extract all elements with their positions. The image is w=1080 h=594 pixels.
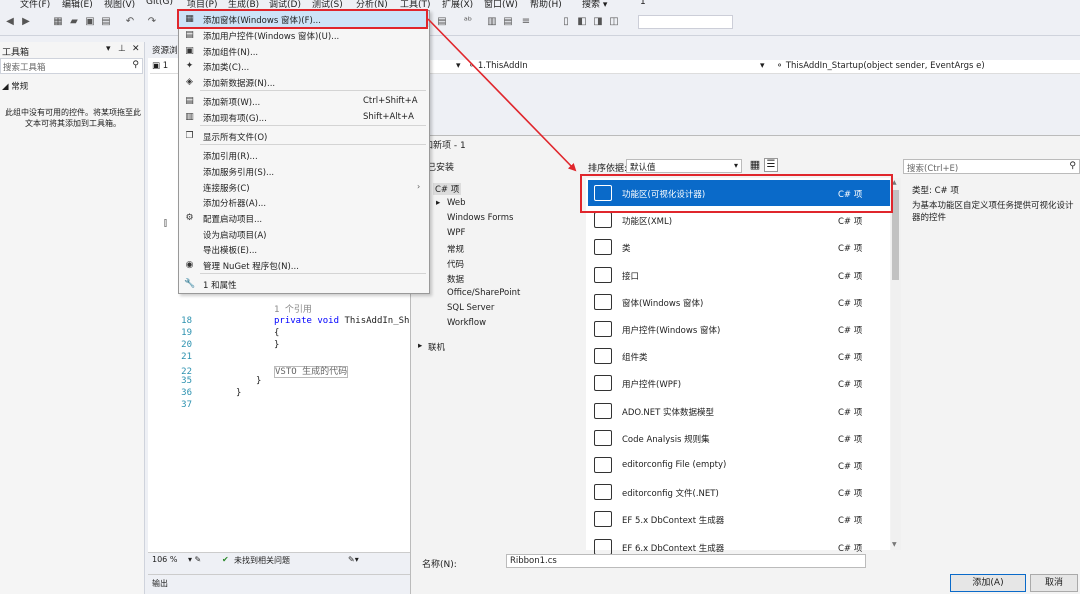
annotation-arrow bbox=[427, 18, 577, 172]
